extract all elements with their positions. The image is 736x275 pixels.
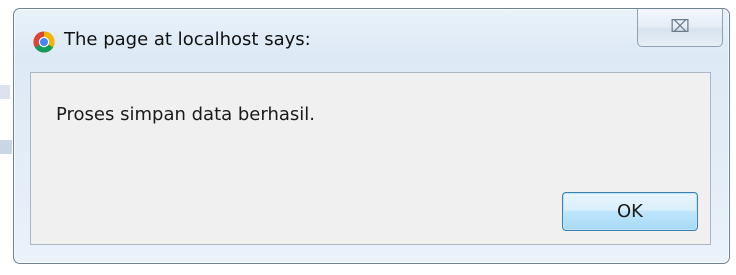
background-fragment: [0, 140, 12, 154]
dialog-title: The page at localhost says:: [64, 29, 311, 50]
alert-dialog: The page at localhost says: ⌧ Proses sim…: [13, 8, 730, 264]
background-fragment: [0, 85, 10, 99]
chrome-icon: [33, 31, 55, 53]
dialog-message: Proses simpan data berhasil.: [56, 104, 315, 125]
dialog-titlebar: The page at localhost says: ⌧: [14, 9, 729, 71]
dialog-content: Proses simpan data berhasil. OK: [30, 72, 711, 245]
close-button[interactable]: ⌧: [637, 9, 723, 47]
close-icon: ⌧: [670, 17, 690, 37]
ok-button[interactable]: OK: [562, 192, 698, 231]
